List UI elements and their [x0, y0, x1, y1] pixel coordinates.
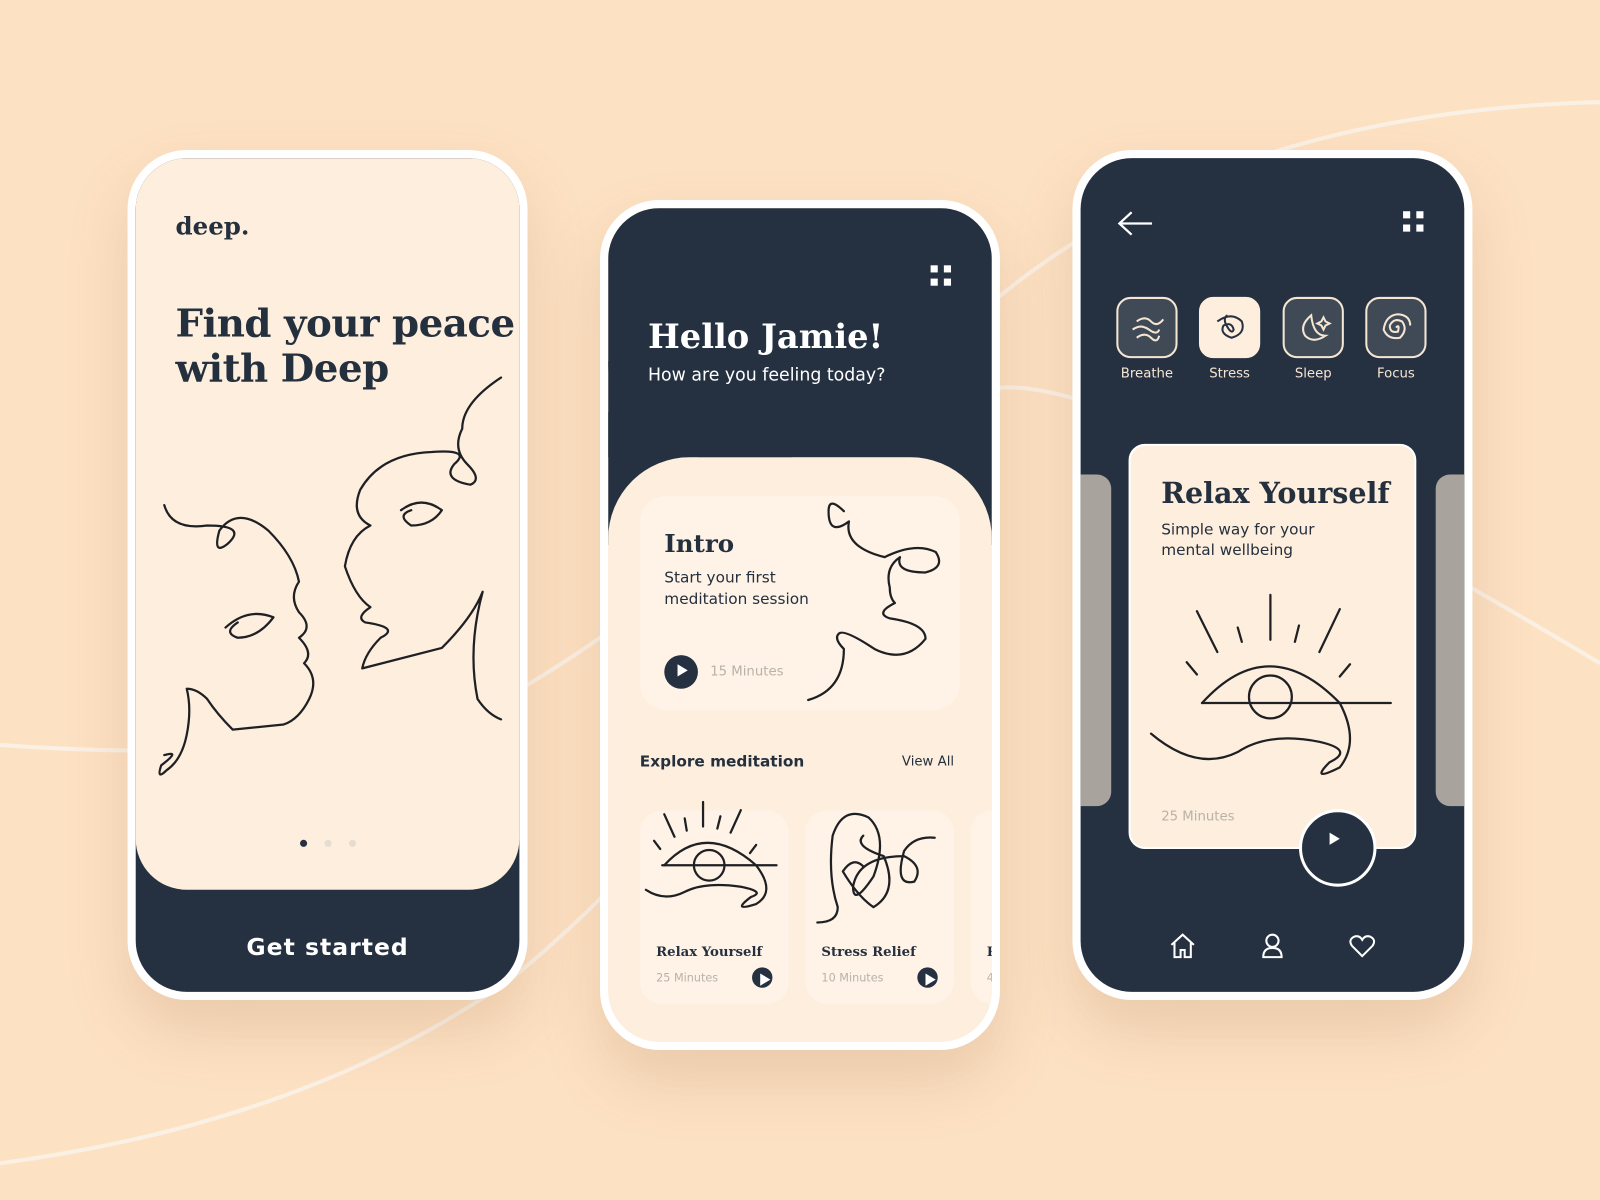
- meditation-card-title: Stress Relief: [821, 944, 916, 961]
- meditation-card-duration: 4: [987, 971, 992, 984]
- intro-desc-line: Start your first: [664, 568, 776, 587]
- next-card-peek[interactable]: [1435, 474, 1465, 807]
- spiral-icon: [1382, 313, 1412, 340]
- relax-card[interactable]: Relax Yourself Simple way for your mental…: [1128, 443, 1417, 849]
- moon-icon: [1302, 313, 1332, 341]
- home-screen: Hello Jamie! How are you feeling today? …: [608, 208, 992, 1042]
- onboarding-phone: deep. Find your peace with Deep Get star…: [127, 149, 528, 1000]
- category-breathe[interactable]: [1116, 296, 1178, 359]
- intro-duration: 15 Minutes: [710, 664, 784, 680]
- home-icon[interactable]: [1168, 932, 1197, 961]
- intro-card[interactable]: Intro Start your first meditation session…: [639, 495, 961, 711]
- canvas: deep. Find your peace with Deep Get star…: [0, 0, 1600, 1200]
- explore-title: Explore meditation: [639, 752, 805, 771]
- play-button[interactable]: [917, 967, 938, 988]
- intro-play-button[interactable]: [664, 655, 698, 689]
- category-label: Breathe: [1120, 366, 1174, 382]
- card-desc-line: Simple way for your: [1161, 520, 1315, 539]
- card-play-button[interactable]: [1298, 809, 1377, 887]
- back-arrow-icon[interactable]: [1117, 211, 1154, 236]
- scribble-icon: [1216, 314, 1244, 339]
- headline-line: Find your peace: [175, 299, 516, 346]
- onboarding-screen: deep. Find your peace with Deep Get star…: [135, 158, 520, 992]
- profile-icon[interactable]: [1258, 932, 1287, 961]
- meditation-card-title: R: [987, 945, 992, 960]
- meditation-card-title: Relax Yourself: [656, 944, 763, 961]
- prev-card-peek[interactable]: [1080, 474, 1112, 807]
- play-button[interactable]: [752, 967, 773, 988]
- sun-eye-illustration: [644, 800, 778, 909]
- faces-illustration: [158, 376, 503, 776]
- card-title: Relax Yourself: [1161, 476, 1390, 511]
- pager-dot[interactable]: [348, 839, 357, 847]
- intro-desc-line: meditation session: [664, 589, 809, 609]
- intro-title: Intro: [664, 528, 735, 559]
- face-illustration: [807, 502, 941, 702]
- category-stress[interactable]: [1198, 296, 1261, 359]
- greeting: Hello Jamie!: [647, 316, 884, 357]
- category-focus[interactable]: [1365, 296, 1427, 359]
- sun-eye-illustration: [1149, 593, 1392, 775]
- home-phone: Hello Jamie! How are you feeling today? …: [599, 199, 1000, 1050]
- get-started-button[interactable]: Get started: [136, 935, 520, 962]
- detail-screen: Breathe Stress Sleep Focus Relax Yoursel…: [1080, 158, 1465, 992]
- menu-grid-icon[interactable]: [930, 265, 952, 286]
- category-label: Stress: [1209, 366, 1250, 382]
- logo: deep.: [175, 211, 250, 241]
- category-sleep[interactable]: [1282, 296, 1344, 359]
- pager-dot[interactable]: [324, 839, 332, 847]
- greeting-subtitle: How are you feeling today?: [647, 365, 886, 386]
- scribble-illustration: [816, 812, 936, 924]
- meditation-card-duration: 25 Minutes: [656, 971, 719, 985]
- detail-phone: Breathe Stress Sleep Focus Relax Yoursel…: [1072, 149, 1473, 1000]
- pager-dot-active[interactable]: [299, 839, 308, 847]
- meditation-card-duration: 10 Minutes: [821, 971, 884, 985]
- menu-grid-icon[interactable]: [1403, 211, 1424, 232]
- heart-icon[interactable]: [1348, 932, 1377, 961]
- waves-icon: [1132, 317, 1165, 342]
- card-description: Simple way for your mental wellbeing: [1161, 519, 1314, 560]
- meditation-card-partial[interactable]: R 4: [970, 810, 992, 1005]
- intro-description: Start your first meditation session: [664, 567, 809, 610]
- category-label: Sleep: [1294, 366, 1332, 382]
- card-desc-line: mental wellbeing: [1161, 540, 1293, 560]
- category-label: Focus: [1376, 366, 1415, 382]
- card-duration: 25 Minutes: [1161, 809, 1235, 825]
- view-all-link[interactable]: View All: [902, 754, 954, 769]
